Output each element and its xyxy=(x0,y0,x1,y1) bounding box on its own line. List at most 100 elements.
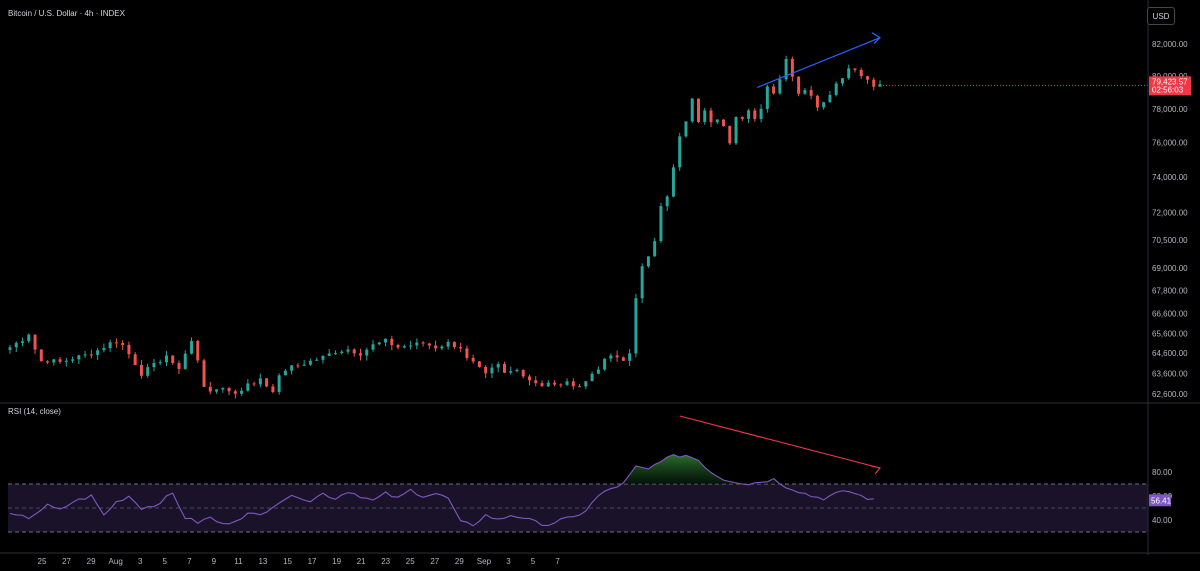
candle-body[interactable] xyxy=(208,386,212,392)
candle-body[interactable] xyxy=(352,349,356,354)
candle-body[interactable] xyxy=(634,298,638,354)
candle-body[interactable] xyxy=(64,360,68,362)
rsi-indicator-title[interactable]: RSI (14, close) xyxy=(8,407,61,416)
candle-body[interactable] xyxy=(221,388,225,390)
candle-body[interactable] xyxy=(283,370,287,376)
candle-body[interactable] xyxy=(559,384,563,386)
candle-body[interactable] xyxy=(822,102,826,108)
candle-body[interactable] xyxy=(108,342,112,349)
candle-body[interactable] xyxy=(759,108,763,120)
candle-body[interactable] xyxy=(371,344,375,350)
candle-body[interactable] xyxy=(14,342,18,348)
candle-body[interactable] xyxy=(584,381,588,387)
candle-body[interactable] xyxy=(27,334,31,342)
candle-body[interactable] xyxy=(302,364,306,366)
candle-body[interactable] xyxy=(521,369,525,377)
candle-body[interactable] xyxy=(164,355,168,363)
chart-canvas[interactable]: 82,000.0080,000.0078,000.0076,000.0074,0… xyxy=(0,0,1200,571)
candle-body[interactable] xyxy=(722,119,726,127)
candle-body[interactable] xyxy=(828,94,832,103)
candle-body[interactable] xyxy=(477,361,481,367)
price-axis[interactable]: 82,000.0080,000.0078,000.0076,000.0074,0… xyxy=(1147,0,1191,555)
candle-body[interactable] xyxy=(596,369,600,374)
candle-body[interactable] xyxy=(321,355,325,360)
candle-body[interactable] xyxy=(440,346,444,349)
candle-body[interactable] xyxy=(340,351,344,354)
candle-body[interactable] xyxy=(77,355,81,360)
candle-body[interactable] xyxy=(765,86,769,109)
candle-body[interactable] xyxy=(653,241,657,257)
candle-body[interactable] xyxy=(127,344,131,355)
candle-body[interactable] xyxy=(8,347,12,350)
candle-body[interactable] xyxy=(696,98,700,122)
candle-body[interactable] xyxy=(527,376,531,381)
candle-body[interactable] xyxy=(359,353,363,356)
candle-body[interactable] xyxy=(290,365,294,371)
candle-body[interactable] xyxy=(327,353,331,356)
candle-body[interactable] xyxy=(809,90,813,96)
candle-body[interactable] xyxy=(315,359,319,361)
candle-body[interactable] xyxy=(121,343,125,345)
candle-body[interactable] xyxy=(628,353,632,361)
candle-body[interactable] xyxy=(183,353,187,369)
candle-body[interactable] xyxy=(797,76,801,94)
candle-body[interactable] xyxy=(578,386,582,388)
candle-body[interactable] xyxy=(471,357,475,362)
candle-body[interactable] xyxy=(534,380,538,384)
candle-body[interactable] xyxy=(603,358,607,370)
candle-body[interactable] xyxy=(152,362,156,368)
candle-body[interactable] xyxy=(615,355,619,358)
candle-body[interactable] xyxy=(277,375,281,393)
candle-body[interactable] xyxy=(202,360,206,387)
candle-body[interactable] xyxy=(158,362,162,364)
candle-body[interactable] xyxy=(778,79,782,94)
drawings-layer[interactable] xyxy=(679,32,882,475)
trendline-down[interactable] xyxy=(679,415,881,469)
candle-body[interactable] xyxy=(365,349,369,356)
candle-body[interactable] xyxy=(46,361,50,363)
candle-body[interactable] xyxy=(427,343,431,346)
candle-body[interactable] xyxy=(872,79,876,87)
candle-body[interactable] xyxy=(233,391,237,394)
candle-body[interactable] xyxy=(83,354,87,356)
candle-body[interactable] xyxy=(215,389,219,392)
candle-body[interactable] xyxy=(390,338,394,346)
candle-body[interactable] xyxy=(146,367,150,376)
candle-body[interactable] xyxy=(459,347,463,349)
candle-body[interactable] xyxy=(840,78,844,84)
candle-body[interactable] xyxy=(246,383,250,391)
candle-body[interactable] xyxy=(308,360,312,365)
candle-body[interactable] xyxy=(102,348,106,351)
candle-body[interactable] xyxy=(803,90,807,94)
candle-body[interactable] xyxy=(265,378,269,387)
candle-body[interactable] xyxy=(484,366,488,374)
candle-body[interactable] xyxy=(434,345,438,349)
candle-body[interactable] xyxy=(709,110,713,123)
candle-body[interactable] xyxy=(421,342,425,344)
candle-body[interactable] xyxy=(659,206,663,242)
candle-body[interactable] xyxy=(258,378,262,385)
candle-body[interactable] xyxy=(227,388,231,392)
candle-body[interactable] xyxy=(446,341,450,347)
candle-body[interactable] xyxy=(853,68,857,70)
candle-body[interactable] xyxy=(753,110,757,120)
candle-body[interactable] xyxy=(346,349,350,352)
candle-body[interactable] xyxy=(377,342,381,345)
time-axis[interactable]: 25 27 29 Aug 3 5 7 9 11 13 15 17 19 21 23 25 27 29 Sep 3 5 7 xyxy=(0,552,1200,566)
candle-body[interactable] xyxy=(747,110,751,119)
candle-body[interactable] xyxy=(240,390,244,394)
candle-body[interactable] xyxy=(540,383,544,387)
currency-button[interactable]: USD xyxy=(1147,7,1175,25)
candle-body[interactable] xyxy=(171,355,175,363)
candle-body[interactable] xyxy=(553,382,557,385)
candle-body[interactable] xyxy=(509,371,513,373)
candle-body[interactable] xyxy=(671,167,675,197)
candle-body[interactable] xyxy=(452,341,456,348)
candle-body[interactable] xyxy=(715,119,719,123)
candle-body[interactable] xyxy=(865,76,869,80)
candle-body[interactable] xyxy=(847,68,851,79)
candle-body[interactable] xyxy=(402,346,406,348)
candle-body[interactable] xyxy=(740,116,744,119)
candle-body[interactable] xyxy=(684,121,688,137)
candle-body[interactable] xyxy=(621,357,625,361)
